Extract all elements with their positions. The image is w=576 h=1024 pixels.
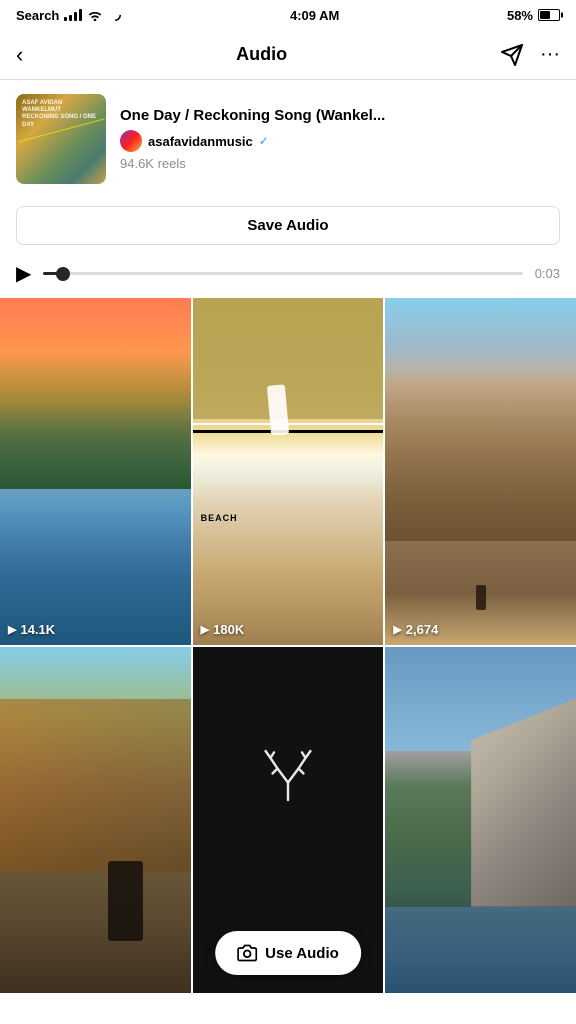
reels-grid: ▶ 14.1K BEACH ▶ 180K	[0, 298, 576, 993]
reel-item[interactable]: BEACH ▶ 180K	[193, 298, 384, 645]
carrier-text: Search	[16, 8, 59, 23]
camera-icon	[237, 943, 257, 963]
audio-reels-count: 94.6K reels	[120, 156, 560, 171]
signal-icon	[64, 9, 82, 21]
send-icon[interactable]	[500, 43, 524, 67]
status-bar: Search 4:09 AM 58%	[0, 0, 576, 30]
play-count-icon: ▶	[201, 623, 209, 636]
reel-item[interactable]	[385, 647, 576, 994]
reel-item[interactable]: Use Audio	[193, 647, 384, 994]
reel-view-count: 2,674	[406, 622, 439, 637]
battery-icon	[538, 9, 560, 21]
use-audio-label: Use Audio	[265, 945, 339, 962]
audio-title: One Day / Reckoning Song (Wankel...	[120, 107, 560, 124]
save-audio-button[interactable]: Save Audio	[16, 206, 560, 245]
save-button-container: Save Audio	[0, 198, 576, 257]
album-art: ASAF AVIDANWANKELMUTRECKONING SONG / ONE…	[16, 94, 106, 184]
nav-bar: ‹ Audio ···	[0, 30, 576, 80]
page-title: Audio	[236, 44, 287, 65]
more-options-icon[interactable]: ···	[540, 43, 560, 66]
album-art-text: ASAF AVIDANWANKELMUTRECKONING SONG / ONE…	[22, 100, 100, 129]
audio-artist-row: asafavidanmusic ✓	[120, 130, 560, 152]
verified-badge: ✓	[259, 134, 269, 148]
artist-avatar	[120, 130, 142, 152]
loading-icon	[108, 8, 122, 22]
audio-info: ASAF AVIDANWANKELMUTRECKONING SONG / ONE…	[0, 80, 576, 198]
reel-view-count: 14.1K	[20, 622, 55, 637]
nav-actions: ···	[500, 43, 560, 67]
artist-name[interactable]: asafavidanmusic	[148, 134, 253, 149]
progress-container[interactable]	[43, 264, 522, 284]
reel-view-count: 180K	[213, 622, 244, 637]
reel-item[interactable]: ▶ 14.1K	[0, 298, 191, 645]
deer-antler-icon	[253, 744, 323, 814]
audio-player: ▶ 0:03	[0, 257, 576, 298]
play-count-icon: ▶	[8, 623, 16, 636]
back-button[interactable]: ‹	[16, 42, 23, 68]
play-button[interactable]: ▶	[16, 261, 31, 286]
status-left: Search	[16, 8, 122, 23]
reel-overlay: ▶ 2,674	[393, 622, 438, 637]
reel-item[interactable]: ▶ 2,674	[385, 298, 576, 645]
battery-percent: 58%	[507, 8, 533, 23]
status-time: 4:09 AM	[290, 8, 339, 23]
reel-overlay: ▶ 14.1K	[8, 622, 55, 637]
wifi-icon	[87, 9, 103, 21]
play-count-icon: ▶	[393, 623, 401, 636]
use-audio-button[interactable]: Use Audio	[215, 931, 361, 975]
reel-overlay: ▶ 180K	[201, 622, 245, 637]
progress-track	[43, 272, 522, 275]
reels-section: ▶ 14.1K BEACH ▶ 180K	[0, 298, 576, 993]
battery-fill	[540, 11, 550, 19]
progress-thumb	[56, 267, 70, 281]
status-right: 58%	[507, 8, 560, 23]
time-display: 0:03	[535, 266, 560, 281]
audio-details: One Day / Reckoning Song (Wankel... asaf…	[120, 107, 560, 171]
reel-item[interactable]	[0, 647, 191, 994]
